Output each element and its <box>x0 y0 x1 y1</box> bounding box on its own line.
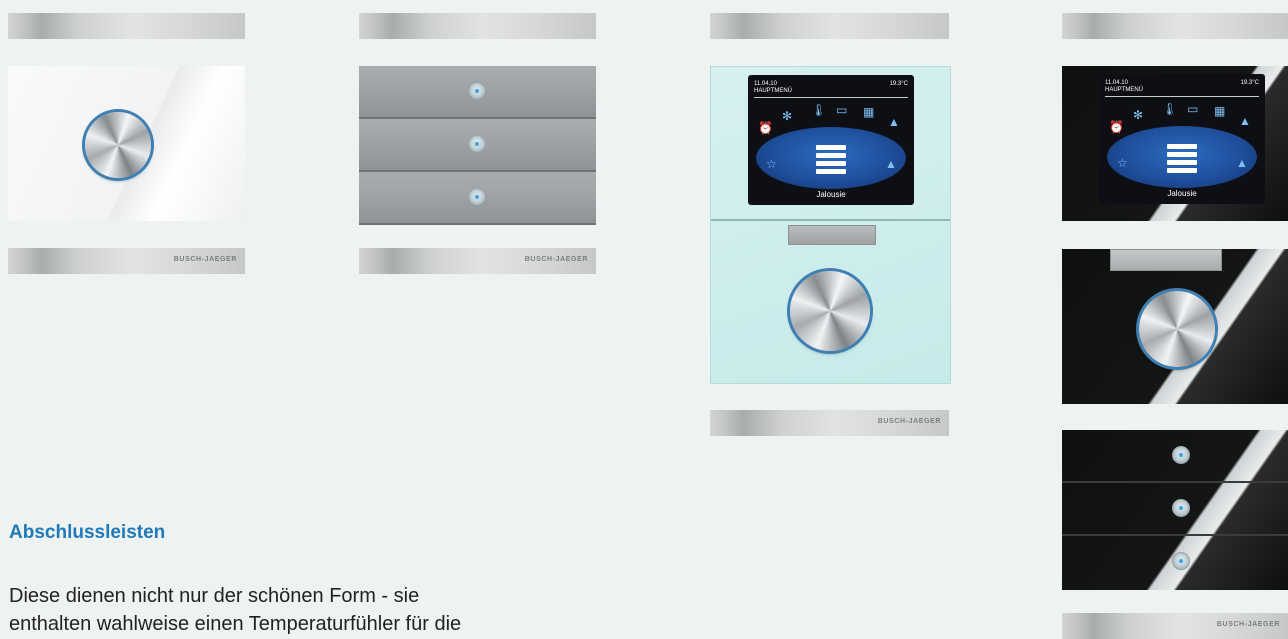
led-icon <box>1172 552 1190 570</box>
top-strip-2 <box>359 13 596 39</box>
window-icon[interactable]: ▦ <box>863 105 874 119</box>
rotary-knob[interactable] <box>790 271 870 351</box>
lamp-icon[interactable]: ▲ <box>1236 156 1248 170</box>
brand-label: BUSCH-JAEGER <box>524 256 588 263</box>
led-icon <box>468 188 486 206</box>
rocker-2[interactable] <box>359 119 596 172</box>
scene-icon[interactable]: ▭ <box>836 103 847 117</box>
lamp-icon[interactable]: ▲ <box>888 115 900 129</box>
sensor-tab <box>788 225 876 245</box>
push-button-switch-black <box>1062 430 1288 590</box>
tv-star-icon[interactable]: ☆ <box>1117 156 1128 170</box>
top-strip-4 <box>1062 13 1288 39</box>
bottom-strip-4: BUSCH-JAEGER <box>1062 613 1288 639</box>
rocker-1[interactable] <box>1062 430 1288 483</box>
blinds-icon[interactable] <box>816 145 846 177</box>
top-strip-3 <box>710 13 949 39</box>
alarm-clock-icon[interactable]: ⏰ <box>1109 120 1124 134</box>
display-date: 11.04.10 <box>1105 80 1128 86</box>
led-icon <box>1172 499 1190 517</box>
brand-label: BUSCH-JAEGER <box>877 418 941 425</box>
lamp-icon[interactable]: ▲ <box>1239 114 1251 128</box>
thermometer-icon[interactable]: 🌡 <box>811 103 826 117</box>
control-panel-aqua: 11.04.10 HAUPTMENÜ 19.3°C ⏰ ✻ 🌡 ▭ ▦ ▲ ☆ ▲… <box>710 66 951 384</box>
bottom-strip-2: BUSCH-JAEGER <box>359 248 596 274</box>
lamp-icon[interactable]: ▲ <box>885 157 897 171</box>
rocker-2[interactable] <box>1062 483 1288 536</box>
display-divider <box>1105 96 1259 97</box>
brand-label: BUSCH-JAEGER <box>1216 621 1280 628</box>
rotary-switch-black <box>1062 249 1288 404</box>
section-body: Diese dienen nicht nur der schönen Form … <box>9 585 462 635</box>
rocker-3[interactable] <box>359 172 596 225</box>
rocker-1[interactable] <box>359 66 596 119</box>
push-button-switch-steel <box>359 66 596 225</box>
rotary-knob[interactable] <box>1139 291 1215 367</box>
led-icon <box>1172 446 1190 464</box>
scene-icon[interactable]: ▭ <box>1187 102 1198 116</box>
bottom-strip-1: BUSCH-JAEGER <box>8 248 245 274</box>
control-panel-black-display: 11.04.10 HAUPTMENÜ 19.3°C ⏰ ✻ 🌡 ▭ ▦ ▲ ☆ ▲… <box>1062 66 1288 221</box>
panel-divider <box>711 219 950 221</box>
fan-icon[interactable]: ✻ <box>1133 108 1143 122</box>
bottom-strip-3: BUSCH-JAEGER <box>710 410 949 436</box>
sensor-tab <box>1110 249 1222 271</box>
alarm-clock-icon[interactable]: ⏰ <box>758 121 773 135</box>
display-temperature: 19.3°C <box>889 81 908 87</box>
display-menu: HAUPTMENÜ <box>1105 87 1144 93</box>
display-caption: Jalousie <box>816 190 846 199</box>
led-icon <box>468 82 486 100</box>
rocker-3[interactable] <box>1062 536 1288 588</box>
display-screen: 11.04.10 HAUPTMENÜ 19.3°C ⏰ ✻ 🌡 ▭ ▦ ▲ ☆ ▲… <box>1099 74 1265 204</box>
display-temperature: 19.3°C <box>1240 80 1259 86</box>
rotary-knob[interactable] <box>85 112 151 178</box>
section-heading: Abschlussleisten <box>9 522 166 543</box>
display-divider <box>754 97 908 98</box>
window-icon[interactable]: ▦ <box>1214 104 1225 118</box>
display-date: 11.04.10 <box>754 81 777 87</box>
rotary-switch-white <box>8 66 245 221</box>
tv-star-icon[interactable]: ☆ <box>766 157 777 171</box>
display-screen: 11.04.10 HAUPTMENÜ 19.3°C ⏰ ✻ 🌡 ▭ ▦ ▲ ☆ ▲… <box>748 75 914 205</box>
display-caption: Jalousie <box>1167 189 1197 198</box>
top-strip-1 <box>8 13 245 39</box>
thermometer-icon[interactable]: 🌡 <box>1162 102 1177 116</box>
display-menu: HAUPTMENÜ <box>754 88 793 94</box>
blinds-icon[interactable] <box>1167 144 1197 176</box>
fan-icon[interactable]: ✻ <box>782 109 792 123</box>
brand-label: BUSCH-JAEGER <box>173 256 237 263</box>
led-icon <box>468 135 486 153</box>
